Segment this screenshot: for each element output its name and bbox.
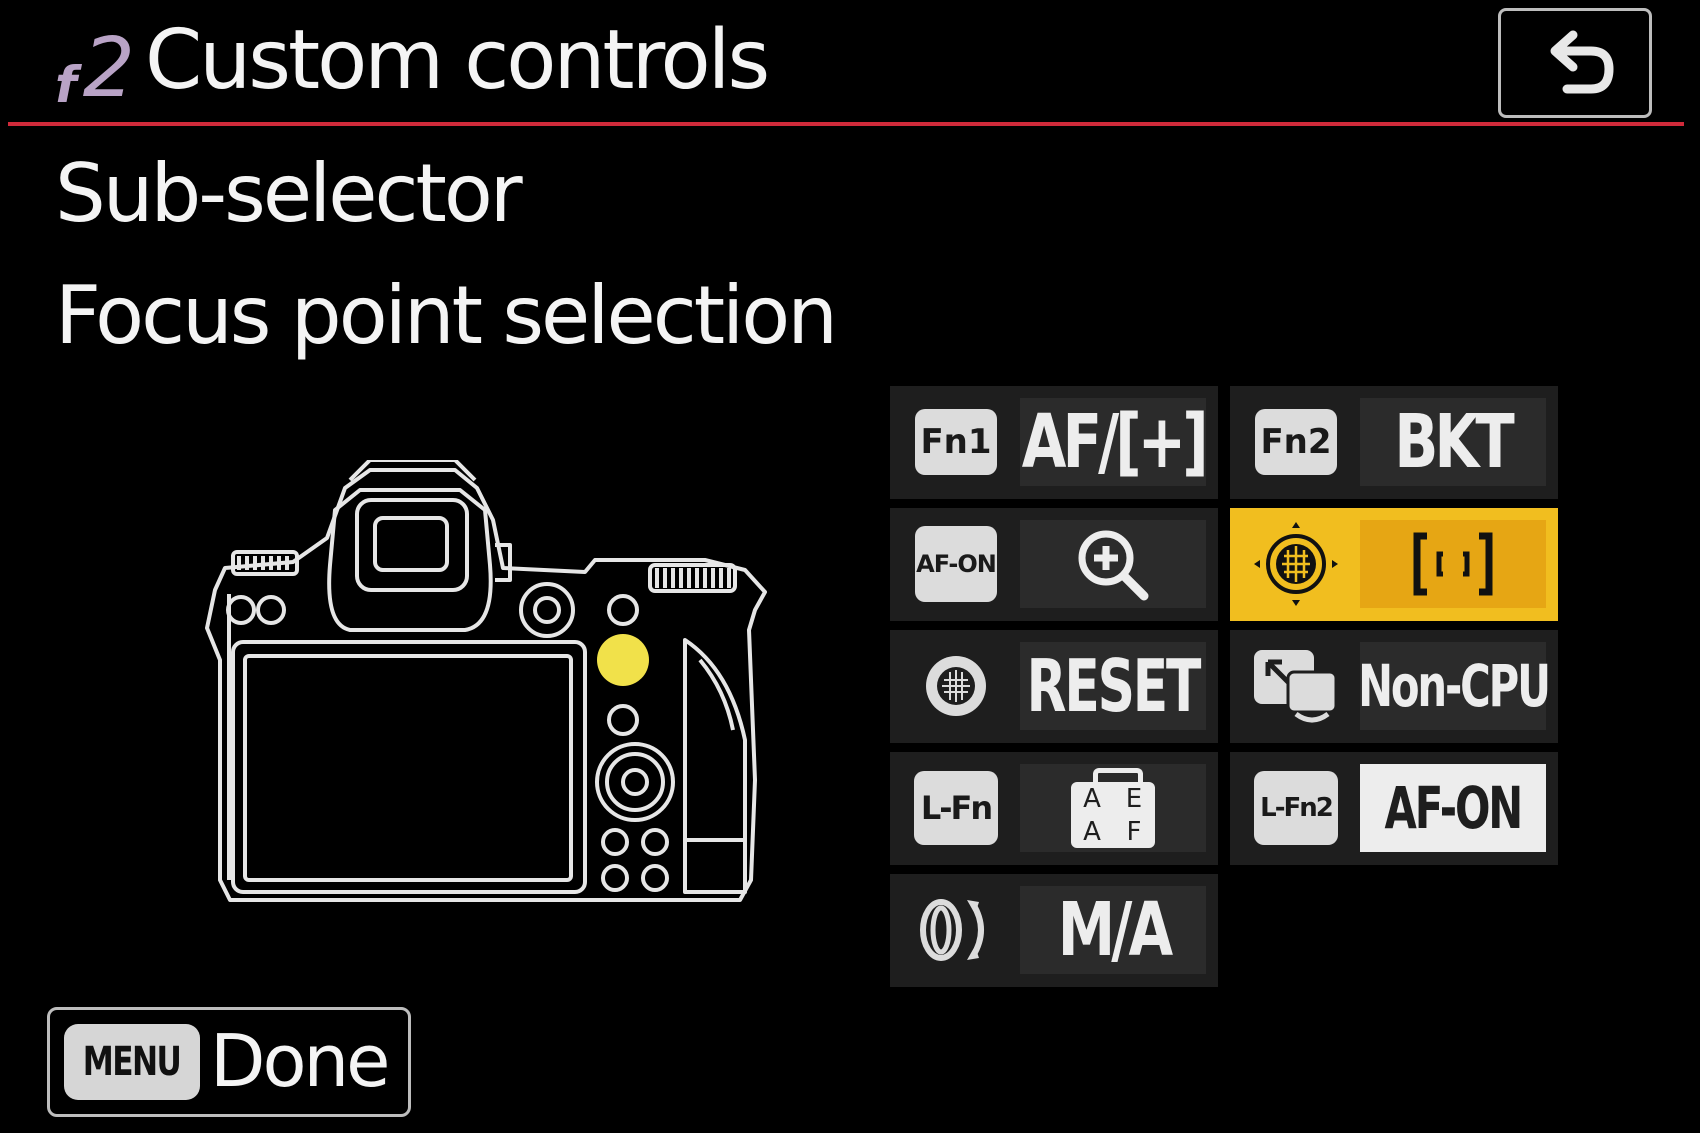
page-title: Custom controls: [145, 13, 770, 108]
control-name: Sub-selector: [55, 147, 523, 240]
af-letter-a: A: [1083, 816, 1101, 847]
ae-af-lock-icon: A E A F: [1020, 764, 1206, 852]
tile-fn1[interactable]: Fn1 AF/[+]: [890, 386, 1218, 499]
tile-value-fn2: BKT: [1394, 399, 1515, 485]
tile-value-reset: RESET: [1026, 644, 1202, 728]
l-fn2-key-label: L-Fn2: [1254, 771, 1338, 845]
lens-fn-button-icon: [1244, 642, 1348, 730]
tile-fn2[interactable]: Fn2 BKT: [1230, 386, 1558, 499]
l-fn2-button-icon: L-Fn2: [1244, 764, 1348, 852]
af-on-key-label: AF-ON: [915, 526, 997, 602]
menu-done-button[interactable]: MENU Done: [47, 1007, 411, 1117]
highlighted-sub-selector: [597, 634, 649, 686]
tile-sub-selector-center[interactable]: RESET: [890, 630, 1218, 743]
focus-ring-icon: [904, 886, 1008, 974]
menu-code: f 2: [55, 20, 135, 116]
af-on-button-icon: AF-ON: [904, 520, 1008, 608]
assigned-function: Focus point selection: [55, 269, 838, 362]
camera-back-diagram: [205, 460, 767, 902]
done-label: Done: [210, 1019, 390, 1103]
tile-focus-ring[interactable]: M/A: [890, 874, 1218, 987]
tile-value-fn1: AF/[+]: [1021, 399, 1209, 485]
tile-value-af-on: AF-ON: [1384, 774, 1524, 842]
sub-selector-center-icon: [904, 642, 1008, 730]
ae-letter-e: E: [1125, 783, 1143, 814]
sub-selector-icon: [1244, 520, 1348, 608]
l-fn-key-label: L-Fn: [914, 771, 998, 845]
tile-lens-fn[interactable]: Non-CPU: [1230, 630, 1558, 743]
zoom-in-icon: [1078, 530, 1149, 601]
tile-l-fn[interactable]: L-Fn A E A F: [890, 752, 1218, 865]
header-divider: [8, 122, 1684, 126]
menu-code-letter: f: [55, 56, 77, 114]
tile-l-fn2[interactable]: L-Fn2 AF-ON: [1230, 752, 1558, 865]
tile-sub-selector[interactable]: [1230, 508, 1558, 621]
ae-letter-a: A: [1083, 783, 1101, 814]
return-arrow-icon: [1550, 30, 1614, 94]
l-fn-button-icon: L-Fn: [904, 764, 1008, 852]
menu-key-label: MENU: [83, 1039, 182, 1085]
back-button[interactable]: [1498, 8, 1652, 118]
menu-code-number: 2: [82, 21, 135, 116]
fn1-button-icon: Fn1: [904, 398, 1008, 486]
af-letter-f: F: [1126, 816, 1142, 847]
menu-key-icon: MENU: [64, 1024, 200, 1100]
tile-value-non-cpu: Non-CPU: [1357, 652, 1551, 720]
fn1-key-label: Fn1: [915, 409, 997, 475]
tile-value-m-a: M/A: [1057, 887, 1172, 973]
focus-point-icon: [1413, 532, 1493, 596]
fn2-button-icon: Fn2: [1244, 398, 1348, 486]
fn2-key-label: Fn2: [1255, 409, 1337, 475]
tile-af-on[interactable]: AF-ON: [890, 508, 1218, 621]
